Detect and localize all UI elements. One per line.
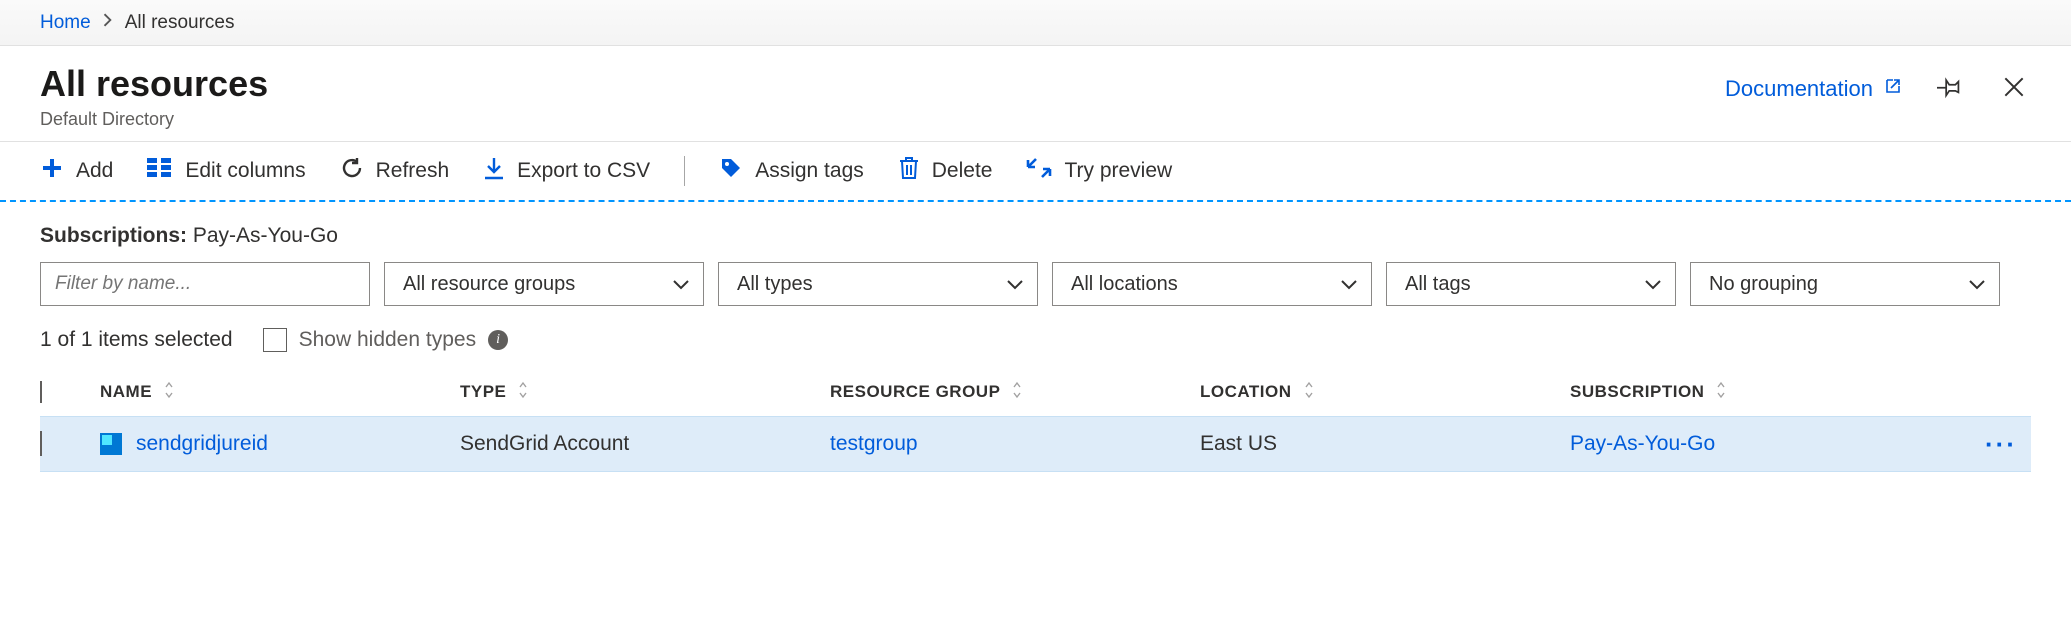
- refresh-icon: [340, 156, 364, 186]
- chevron-down-icon: [673, 273, 689, 296]
- table-header: NAME TYPE RESOURCE GROUP LOCATION SUBSCR…: [40, 368, 2031, 416]
- locations-value: All locations: [1071, 273, 1178, 296]
- export-csv-label: Export to CSV: [517, 159, 650, 183]
- refresh-button[interactable]: Refresh: [340, 156, 450, 186]
- sort-icon: [162, 381, 176, 404]
- more-icon: ···: [1985, 429, 2017, 459]
- breadcrumb-current: All resources: [125, 12, 235, 34]
- resource-groups-value: All resource groups: [403, 273, 575, 296]
- page-subtitle: Default Directory: [40, 110, 268, 130]
- breadcrumb-home[interactable]: Home: [40, 12, 91, 34]
- column-resource-group[interactable]: RESOURCE GROUP: [830, 381, 1200, 404]
- export-csv-button[interactable]: Export to CSV: [483, 156, 650, 186]
- documentation-link[interactable]: Documentation: [1725, 76, 1903, 102]
- edit-columns-button[interactable]: Edit columns: [147, 158, 305, 184]
- resource-type: SendGrid Account: [460, 432, 830, 456]
- breadcrumb: Home All resources: [0, 0, 2071, 46]
- select-all-checkbox[interactable]: [40, 381, 42, 403]
- sort-icon: [516, 381, 530, 404]
- column-location[interactable]: LOCATION: [1200, 381, 1570, 404]
- chevron-down-icon: [1007, 273, 1023, 296]
- row-checkbox[interactable]: [40, 431, 42, 456]
- add-label: Add: [76, 159, 113, 183]
- subscriptions-value: Pay-As-You-Go: [193, 224, 338, 247]
- resource-location: East US: [1200, 432, 1570, 456]
- delete-label: Delete: [932, 159, 993, 183]
- selection-count: 1 of 1 items selected: [40, 328, 233, 352]
- resource-name-link[interactable]: sendgridjureid: [136, 432, 268, 456]
- delete-button[interactable]: Delete: [898, 156, 993, 186]
- download-icon: [483, 156, 505, 186]
- try-preview-label: Try preview: [1064, 159, 1172, 183]
- edit-columns-label: Edit columns: [185, 159, 305, 183]
- locations-dropdown[interactable]: All locations: [1052, 262, 1372, 306]
- pin-button[interactable]: [1933, 70, 1967, 107]
- page-header: All resources Default Directory Document…: [0, 46, 2071, 142]
- column-resource-group-label: RESOURCE GROUP: [830, 382, 1000, 402]
- info-icon[interactable]: i: [488, 330, 508, 350]
- tags-value: All tags: [1405, 273, 1471, 296]
- filter-bar: All resource groups All types All locati…: [0, 262, 2071, 324]
- row-more-button[interactable]: ···: [1971, 429, 2031, 460]
- resource-subscription-link[interactable]: Pay-As-You-Go: [1570, 432, 1971, 456]
- table-row[interactable]: sendgridjureid SendGrid Account testgrou…: [40, 416, 2031, 472]
- types-value: All types: [737, 273, 813, 296]
- subscriptions-label: Subscriptions:: [40, 224, 187, 247]
- selection-row: 1 of 1 items selected Show hidden types …: [0, 324, 2071, 368]
- resource-icon: [100, 433, 122, 455]
- sort-icon: [1714, 381, 1728, 404]
- column-name[interactable]: NAME: [100, 381, 460, 404]
- subscriptions-line: Subscriptions: Pay-As-You-Go: [0, 202, 2071, 262]
- chevron-down-icon: [1645, 273, 1661, 296]
- external-link-icon: [1883, 76, 1903, 102]
- preview-icon: [1026, 157, 1052, 185]
- resource-group-link[interactable]: testgroup: [830, 432, 1200, 456]
- filter-name-input[interactable]: [40, 262, 370, 306]
- pin-icon: [1937, 74, 1963, 103]
- tag-icon: [719, 156, 743, 186]
- grouping-value: No grouping: [1709, 273, 1818, 296]
- grouping-dropdown[interactable]: No grouping: [1690, 262, 2000, 306]
- add-button[interactable]: Add: [40, 156, 113, 186]
- assign-tags-button[interactable]: Assign tags: [719, 156, 864, 186]
- column-subscription-label: SUBSCRIPTION: [1570, 382, 1704, 402]
- trash-icon: [898, 156, 920, 186]
- columns-icon: [147, 158, 173, 184]
- column-location-label: LOCATION: [1200, 382, 1292, 402]
- documentation-label: Documentation: [1725, 76, 1873, 102]
- toolbar-separator: [684, 156, 685, 186]
- chevron-right-icon: [103, 13, 113, 32]
- column-name-label: NAME: [100, 382, 152, 402]
- try-preview-button[interactable]: Try preview: [1026, 157, 1172, 185]
- show-hidden-label: Show hidden types: [299, 328, 476, 352]
- close-icon: [2001, 74, 2027, 103]
- assign-tags-label: Assign tags: [755, 159, 864, 183]
- plus-icon: [40, 156, 64, 186]
- chevron-down-icon: [1341, 273, 1357, 296]
- types-dropdown[interactable]: All types: [718, 262, 1038, 306]
- toolbar: Add Edit columns Refresh Export to CSV: [0, 142, 2071, 202]
- page-title: All resources: [40, 64, 268, 104]
- resource-groups-dropdown[interactable]: All resource groups: [384, 262, 704, 306]
- refresh-label: Refresh: [376, 159, 450, 183]
- sort-icon: [1302, 381, 1316, 404]
- sort-icon: [1010, 381, 1024, 404]
- tags-dropdown[interactable]: All tags: [1386, 262, 1676, 306]
- column-type[interactable]: TYPE: [460, 381, 830, 404]
- close-button[interactable]: [1997, 70, 2031, 107]
- show-hidden-checkbox[interactable]: [263, 328, 287, 352]
- chevron-down-icon: [1969, 273, 1985, 296]
- column-subscription[interactable]: SUBSCRIPTION: [1570, 381, 1971, 404]
- column-type-label: TYPE: [460, 382, 506, 402]
- resources-table: NAME TYPE RESOURCE GROUP LOCATION SUBSCR…: [0, 368, 2071, 472]
